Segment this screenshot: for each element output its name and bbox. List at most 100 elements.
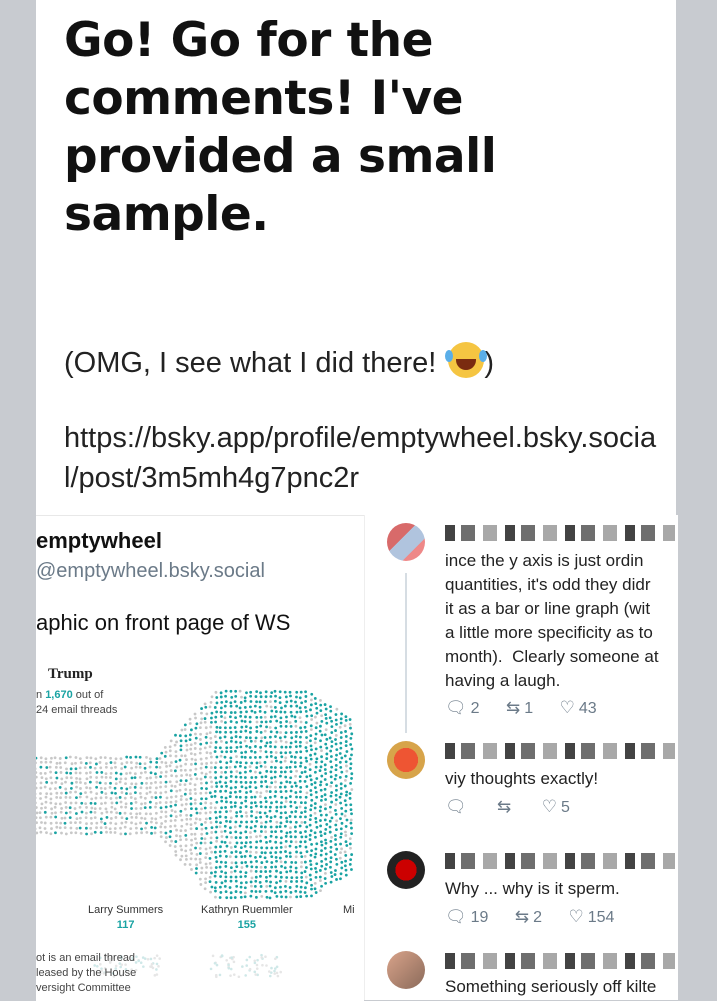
email-thread-dot: [84, 762, 88, 765]
email-thread-dot: [248, 967, 252, 971]
email-thread-dot: [299, 720, 303, 724]
email-thread-dot: [218, 780, 222, 784]
avatar[interactable]: [387, 851, 425, 889]
email-thread-dot: [335, 847, 339, 851]
email-thread-dot: [350, 826, 353, 830]
email-thread-dot: [199, 777, 203, 781]
email-thread-dot: [224, 865, 228, 868]
author-name[interactable]: emptywheel: [36, 528, 162, 554]
email-thread-dot: [214, 820, 218, 824]
email-thread-dot: [314, 866, 317, 870]
author-handle[interactable]: @emptywheel.bsky.social: [36, 560, 265, 583]
reply-button[interactable]: 🗨 19: [445, 907, 488, 927]
email-thread-dot: [255, 963, 259, 967]
email-thread-dot: [110, 801, 114, 805]
email-thread-dot: [188, 863, 192, 866]
email-thread-dot: [208, 731, 212, 735]
email-thread-dot: [335, 878, 338, 881]
repost-button[interactable]: ⇆ 2: [515, 907, 542, 927]
email-thread-dot: [95, 776, 98, 779]
email-thread-dot: [150, 831, 153, 835]
repost-button[interactable]: ⇆: [497, 797, 515, 817]
email-thread-dot: [350, 777, 353, 780]
email-thread-dot: [335, 707, 339, 711]
email-thread-dot: [314, 817, 318, 820]
email-thread-dot: [213, 789, 217, 793]
email-thread-dot: [148, 790, 152, 794]
email-thread-dot: [164, 810, 168, 814]
email-thread-dot: [329, 856, 333, 860]
email-thread-dot: [314, 732, 318, 736]
email-thread-dot: [88, 761, 92, 765]
like-button[interactable]: ♡ 154: [568, 907, 614, 927]
email-thread-dot: [230, 695, 234, 699]
email-thread-dot: [330, 765, 334, 769]
email-thread-dot: [284, 796, 288, 800]
email-thread-dot: [209, 801, 213, 805]
email-thread-dot: [189, 802, 193, 806]
reply-button[interactable]: 🗨: [445, 797, 471, 817]
reply-button[interactable]: 🗨 2: [445, 698, 480, 718]
email-thread-dot: [215, 860, 219, 864]
email-thread-dot: [214, 830, 218, 834]
email-thread-dot: [200, 832, 204, 836]
email-thread-dot: [243, 766, 247, 769]
email-thread-dot: [254, 736, 258, 740]
email-thread-dot: [273, 689, 277, 693]
email-thread-dot: [239, 730, 243, 734]
redacted-username: [445, 953, 675, 969]
email-thread-dot: [185, 773, 189, 777]
email-thread-dot: [159, 795, 162, 799]
email-thread-dot: [195, 853, 199, 856]
email-thread-dot: [350, 853, 354, 856]
email-thread-dot: [55, 825, 59, 829]
email-thread-dot: [159, 781, 163, 784]
email-thread-dot: [330, 744, 334, 748]
email-thread-dot: [36, 761, 37, 765]
email-thread-dot: [309, 789, 313, 792]
email-thread-dot: [144, 826, 147, 830]
like-button[interactable]: ♡ 5: [542, 797, 570, 817]
email-thread-dot: [168, 745, 172, 749]
email-thread-dot: [139, 786, 143, 790]
email-thread-dot: [39, 756, 43, 760]
email-thread-dot: [274, 735, 277, 738]
email-thread-dot: [69, 831, 73, 835]
email-thread-dot: [239, 780, 243, 784]
email-thread-dot: [229, 896, 233, 900]
email-thread-dot: [255, 835, 258, 839]
email-thread-dot: [280, 745, 284, 749]
email-thread-dot: [344, 735, 348, 738]
email-thread-dot: [39, 792, 42, 795]
email-thread-dot: [264, 744, 268, 748]
email-thread-dot: [243, 776, 247, 779]
email-thread-dot: [279, 885, 282, 889]
wsj-person-value: 117: [116, 919, 135, 931]
avatar[interactable]: [387, 523, 425, 561]
email-thread-dot: [293, 715, 297, 719]
post-link[interactable]: https://bsky.app/profile/emptywheel.bsky…: [64, 418, 664, 498]
email-thread-dot: [198, 861, 202, 864]
email-thread-dot: [284, 751, 288, 755]
email-thread-dot: [105, 830, 108, 834]
email-thread-dot: [64, 756, 68, 760]
email-thread-dot: [215, 781, 218, 785]
email-thread-dot: [243, 720, 247, 723]
avatar[interactable]: [387, 741, 425, 779]
like-button[interactable]: ♡ 43: [560, 698, 597, 718]
email-thread-dot: [228, 855, 232, 859]
email-thread-dot: [174, 760, 178, 764]
email-thread-dot: [39, 771, 43, 775]
email-thread-dot: [234, 716, 237, 720]
email-thread-dot: [283, 824, 287, 828]
email-thread-dot: [263, 765, 267, 769]
email-thread-dot: [79, 787, 82, 790]
email-thread-dot: [324, 742, 328, 746]
avatar[interactable]: [387, 951, 425, 989]
email-thread-dot: [294, 740, 298, 744]
email-thread-dot: [218, 854, 222, 858]
email-thread-dot: [245, 964, 249, 967]
email-thread-dot: [208, 705, 212, 709]
repost-button[interactable]: ⇆ 1: [506, 698, 533, 718]
email-thread-dot: [183, 768, 187, 772]
